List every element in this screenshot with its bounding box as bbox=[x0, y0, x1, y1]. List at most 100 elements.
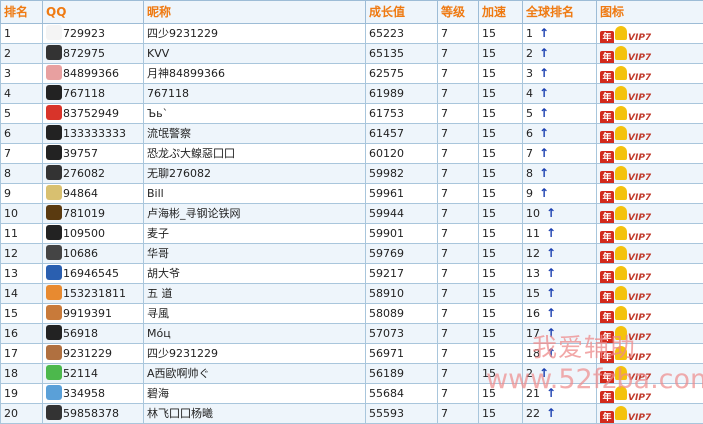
qq-number[interactable]: 94864 bbox=[63, 187, 98, 200]
qq-number[interactable]: 9919391 bbox=[63, 307, 112, 320]
global-rank-value: 2 bbox=[526, 47, 533, 60]
nickname-text: Mόц bbox=[147, 327, 171, 340]
growth-value: 55593 bbox=[369, 407, 404, 420]
qq-number[interactable]: 84899366 bbox=[63, 67, 119, 80]
table-row: 1852114A西歐啊帅ぐ561897152↑年VIP7 bbox=[1, 364, 703, 384]
icon-cell: 年VIP7 bbox=[597, 184, 703, 204]
rank-cell: 15 bbox=[1, 304, 43, 324]
qq-cell: 52114 bbox=[43, 364, 144, 384]
arrow-up-icon: ↑ bbox=[539, 66, 549, 80]
qq-number[interactable]: 39757 bbox=[63, 147, 98, 160]
header-speed[interactable]: 加速 bbox=[479, 1, 523, 24]
speed-cell: 15 bbox=[479, 84, 523, 104]
new-year-icon: 年 bbox=[600, 231, 614, 244]
qq-number[interactable]: 729923 bbox=[63, 27, 105, 40]
qq-number[interactable]: 334958 bbox=[63, 387, 105, 400]
rank-cell: 3 bbox=[1, 64, 43, 84]
rank-cell: 20 bbox=[1, 404, 43, 424]
global-rank-value: 2 bbox=[526, 367, 533, 380]
level-value: 7 bbox=[441, 347, 448, 360]
growth-cell: 55684 bbox=[366, 384, 438, 404]
level-cell: 7 bbox=[438, 404, 479, 424]
rank-value: 1 bbox=[4, 27, 11, 40]
header-global-rank[interactable]: 全球排名 bbox=[523, 1, 597, 24]
avatar-icon[interactable] bbox=[46, 85, 62, 100]
avatar-icon[interactable] bbox=[46, 165, 62, 180]
qq-number[interactable]: 767118 bbox=[63, 87, 105, 100]
header-icon[interactable]: 图标 bbox=[597, 1, 703, 24]
avatar-icon[interactable] bbox=[46, 225, 62, 240]
rank-cell: 18 bbox=[1, 364, 43, 384]
icon-cell: 年VIP7 bbox=[597, 44, 703, 64]
avatar-icon[interactable] bbox=[46, 205, 62, 220]
header-qq[interactable]: QQ bbox=[43, 1, 144, 24]
nickname-cell: 四少9231229 bbox=[144, 24, 366, 44]
rank-cell: 4 bbox=[1, 84, 43, 104]
header-level[interactable]: 等级 bbox=[438, 1, 479, 24]
arrow-up-icon: ↑ bbox=[546, 286, 556, 300]
qq-cell: 767118 bbox=[43, 84, 144, 104]
qq-number[interactable]: 83752949 bbox=[63, 107, 119, 120]
qq-number[interactable]: 59858378 bbox=[63, 407, 119, 420]
avatar-icon[interactable] bbox=[46, 325, 62, 340]
avatar-icon[interactable] bbox=[46, 185, 62, 200]
rank-cell: 5 bbox=[1, 104, 43, 124]
qq-number[interactable]: 10686 bbox=[63, 247, 98, 260]
avatar-icon[interactable] bbox=[46, 125, 62, 140]
level-cell: 7 bbox=[438, 384, 479, 404]
avatar-icon[interactable] bbox=[46, 245, 62, 260]
new-year-icon: 年 bbox=[600, 371, 614, 384]
arrow-up-icon: ↑ bbox=[539, 186, 549, 200]
growth-value: 59961 bbox=[369, 187, 404, 200]
qq-number[interactable]: 109500 bbox=[63, 227, 105, 240]
header-nickname[interactable]: 昵称 bbox=[144, 1, 366, 24]
qq-number[interactable]: 276082 bbox=[63, 167, 105, 180]
qq-cell: 16946545 bbox=[43, 264, 144, 284]
header-rank[interactable]: 排名 bbox=[1, 1, 43, 24]
qq-cell: 56918 bbox=[43, 324, 144, 344]
penguin-icon bbox=[615, 246, 627, 260]
global-rank-cell: 4↑ bbox=[523, 84, 597, 104]
qq-number[interactable]: 133333333 bbox=[63, 127, 126, 140]
global-rank-cell: 7↑ bbox=[523, 144, 597, 164]
growth-cell: 56189 bbox=[366, 364, 438, 384]
qq-number[interactable]: 16946545 bbox=[63, 267, 119, 280]
qq-number[interactable]: 56918 bbox=[63, 327, 98, 340]
qq-number[interactable]: 781019 bbox=[63, 207, 105, 220]
avatar-icon[interactable] bbox=[46, 285, 62, 300]
level-cell: 7 bbox=[438, 184, 479, 204]
avatar-icon[interactable] bbox=[46, 385, 62, 400]
avatar-icon[interactable] bbox=[46, 345, 62, 360]
avatar-icon[interactable] bbox=[46, 405, 62, 420]
global-rank-cell: 2↑ bbox=[523, 364, 597, 384]
penguin-icon bbox=[615, 46, 627, 60]
avatar-icon[interactable] bbox=[46, 25, 62, 40]
header-growth[interactable]: 成长值 bbox=[366, 1, 438, 24]
arrow-up-icon: ↑ bbox=[546, 266, 556, 280]
avatar-icon[interactable] bbox=[46, 305, 62, 320]
growth-cell: 65223 bbox=[366, 24, 438, 44]
qq-cell: 729923 bbox=[43, 24, 144, 44]
growth-value: 59217 bbox=[369, 267, 404, 280]
avatar-icon[interactable] bbox=[46, 265, 62, 280]
nickname-cell: 四少9231229 bbox=[144, 344, 366, 364]
avatar-icon[interactable] bbox=[46, 45, 62, 60]
growth-cell: 59944 bbox=[366, 204, 438, 224]
avatar-icon[interactable] bbox=[46, 145, 62, 160]
nickname-text: 麦子 bbox=[147, 227, 169, 240]
growth-cell: 61457 bbox=[366, 124, 438, 144]
arrow-up-icon: ↑ bbox=[539, 166, 549, 180]
qq-number[interactable]: 52114 bbox=[63, 367, 98, 380]
vip-level-icon: VIP7 bbox=[628, 371, 651, 384]
qq-number[interactable]: 153231811 bbox=[63, 287, 126, 300]
qq-cell: 39757 bbox=[43, 144, 144, 164]
avatar-icon[interactable] bbox=[46, 105, 62, 120]
table-header-row: 排名 QQ 昵称 成长值 等级 加速 全球排名 图标 bbox=[1, 1, 703, 24]
level-cell: 7 bbox=[438, 104, 479, 124]
qq-number[interactable]: 9231229 bbox=[63, 347, 112, 360]
arrow-up-icon: ↑ bbox=[546, 346, 556, 360]
qq-number[interactable]: 872975 bbox=[63, 47, 105, 60]
avatar-icon[interactable] bbox=[46, 365, 62, 380]
nickname-text: 恐龙ぷ大鳈惡囗囗 bbox=[147, 147, 235, 160]
avatar-icon[interactable] bbox=[46, 65, 62, 80]
